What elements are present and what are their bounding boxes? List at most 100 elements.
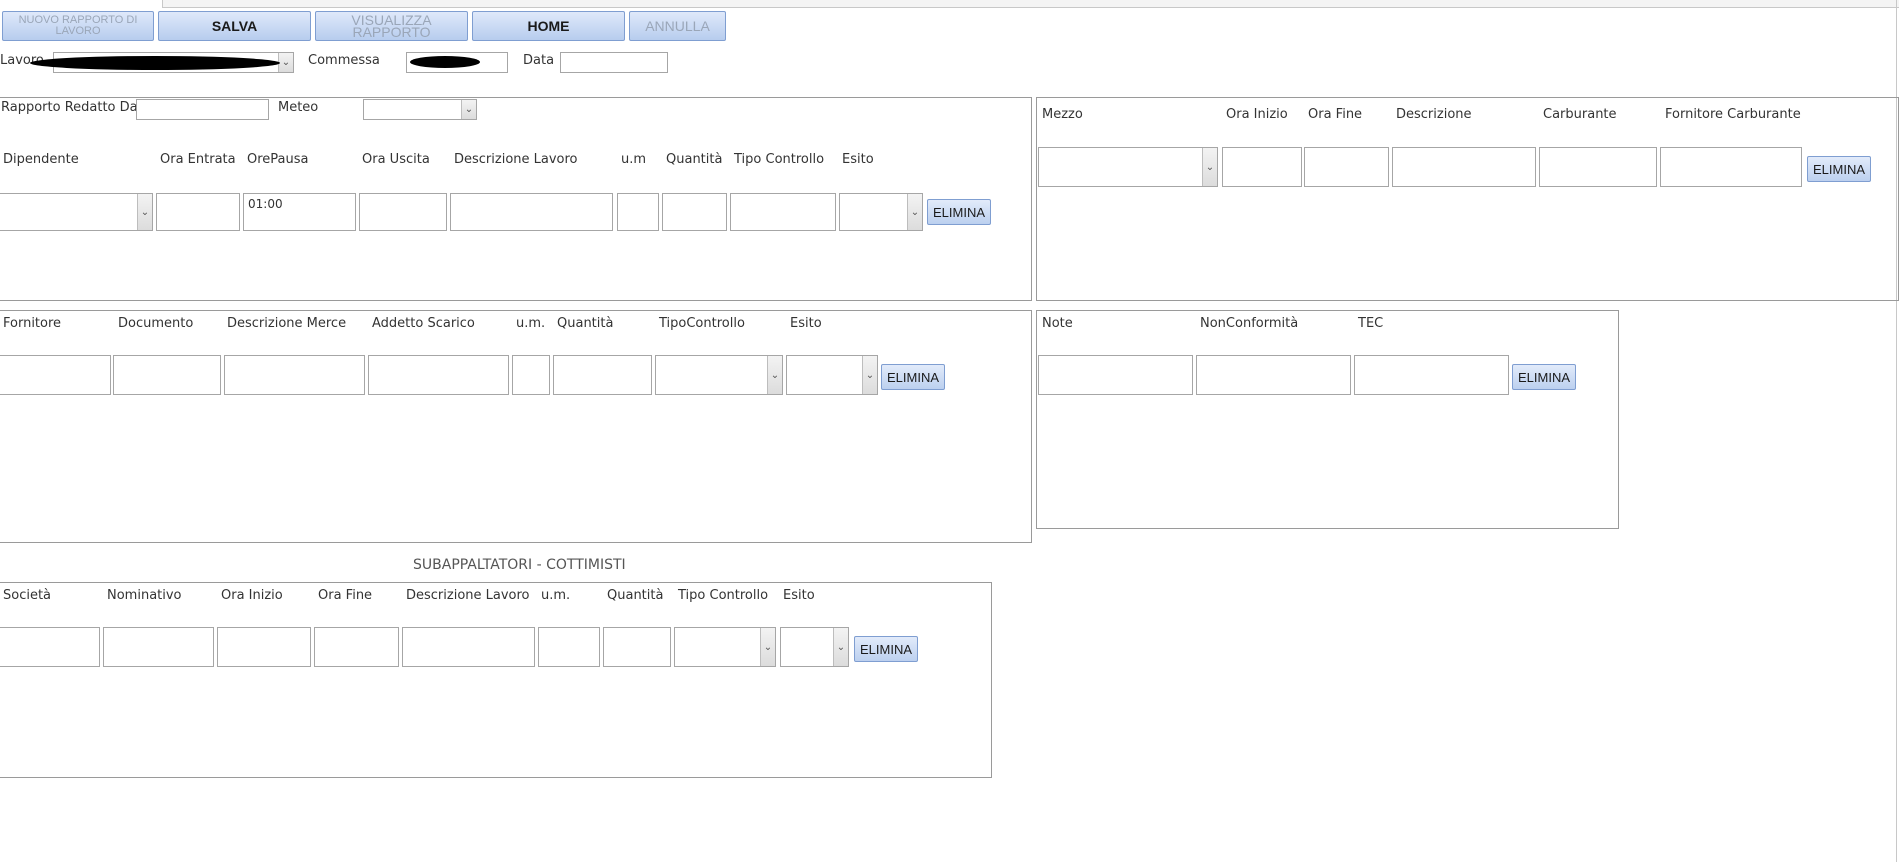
- mezzo-combo[interactable]: ⌄: [1038, 147, 1218, 187]
- col-ora-inizio: Ora Inizio: [1226, 107, 1288, 122]
- home-button[interactable]: HOME: [472, 11, 625, 41]
- salva-button[interactable]: SALVA: [158, 11, 311, 41]
- fornitore-field[interactable]: [0, 355, 111, 395]
- col-fornitore: Fornitore: [3, 316, 62, 331]
- col-esito: Esito: [790, 316, 822, 331]
- elimina-subappaltatori-button[interactable]: ELIMINA: [854, 636, 918, 662]
- tipo-controllo-combo[interactable]: ⌄: [674, 627, 776, 667]
- annulla-button[interactable]: ANNULLA: [629, 11, 726, 41]
- col-note: Note: [1042, 316, 1073, 331]
- tec-field[interactable]: [1354, 355, 1509, 395]
- nuovo-rapporto-button[interactable]: NUOVO RAPPORTO DI LAVORO: [2, 11, 154, 41]
- col-um: u.m.: [541, 588, 571, 603]
- col-ora-fine: Ora Fine: [1308, 107, 1363, 122]
- fornitore-carburante-field[interactable]: [1660, 147, 1802, 187]
- col-quantita: Quantità: [557, 316, 614, 331]
- col-descrizione-lavoro: Descrizione Lavoro: [454, 152, 578, 167]
- col-quantita: Quantità: [666, 152, 723, 167]
- um-field[interactable]: [538, 627, 600, 667]
- ora-inizio-field[interactable]: [1222, 147, 1302, 187]
- subappaltatori-panel: [0, 582, 992, 778]
- esito-combo[interactable]: ⌄: [786, 355, 878, 395]
- note-panel: [1036, 310, 1619, 529]
- redatto-field[interactable]: [136, 99, 269, 120]
- col-documento: Documento: [118, 316, 194, 331]
- note-field[interactable]: [1038, 355, 1193, 395]
- meteo-combo[interactable]: ⌄: [363, 99, 477, 120]
- elimina-mezzi-button[interactable]: ELIMINA: [1807, 156, 1871, 182]
- addetto-scarico-field[interactable]: [368, 355, 509, 395]
- ora-inizio-field[interactable]: [217, 627, 311, 667]
- tab-strip: [162, 0, 1899, 8]
- col-esito: Esito: [783, 588, 815, 603]
- societa-field[interactable]: [0, 627, 100, 667]
- chevron-down-icon[interactable]: ⌄: [833, 628, 848, 666]
- chevron-down-icon[interactable]: ⌄: [137, 194, 152, 230]
- mezzi-panel: [1036, 97, 1899, 301]
- ora-uscita-field[interactable]: [359, 193, 447, 231]
- col-ora-fine: Ora Fine: [318, 588, 373, 603]
- ora-fine-field[interactable]: [1304, 147, 1389, 187]
- ora-entrata-field[interactable]: [156, 193, 240, 231]
- col-tipo-controllo: Tipo Controllo: [678, 588, 769, 603]
- col-mezzo: Mezzo: [1042, 107, 1083, 122]
- chevron-down-icon[interactable]: ⌄: [1202, 148, 1217, 186]
- col-fornitore-carburante: Fornitore Carburante: [1665, 107, 1801, 122]
- col-dipendente: Dipendente: [3, 152, 79, 167]
- elimina-note-button[interactable]: ELIMINA: [1512, 364, 1576, 390]
- col-tipo-controllo: Tipo Controllo: [734, 152, 825, 167]
- um-field[interactable]: [617, 193, 659, 231]
- quantita-field[interactable]: [662, 193, 727, 231]
- redaction-mark: [410, 56, 480, 68]
- col-tec: TEC: [1358, 316, 1384, 331]
- redaction-mark: [30, 56, 280, 70]
- quantita-field[interactable]: [603, 627, 671, 667]
- chevron-down-icon[interactable]: ⌄: [862, 356, 877, 394]
- ora-fine-field[interactable]: [314, 627, 399, 667]
- col-quantita: Quantità: [607, 588, 664, 603]
- um-field[interactable]: [512, 355, 550, 395]
- col-um: u.m: [621, 152, 647, 167]
- col-ora-entrata: Ora Entrata: [160, 152, 236, 167]
- descrizione-lavoro-field[interactable]: [450, 193, 613, 231]
- dipendente-combo[interactable]: ⌄: [0, 193, 153, 231]
- col-addetto-scarico: Addetto Scarico: [372, 316, 475, 331]
- col-non-conformita: NonConformità: [1200, 316, 1299, 331]
- subappaltatori-title: SUBAPPALTATORI - COTTIMISTI: [413, 557, 626, 573]
- visualizza-rapporto-button[interactable]: VISUALIZZA RAPPORTO: [315, 11, 468, 41]
- chevron-down-icon[interactable]: ⌄: [278, 53, 293, 72]
- descrizione-field[interactable]: [1392, 147, 1536, 187]
- esito-combo[interactable]: ⌄: [780, 627, 849, 667]
- col-societa: Società: [3, 588, 52, 603]
- chevron-down-icon[interactable]: ⌄: [907, 194, 922, 230]
- elimina-personale-button[interactable]: ELIMINA: [927, 199, 991, 225]
- forniture-panel: [0, 310, 1032, 543]
- col-ora-uscita: Ora Uscita: [362, 152, 430, 167]
- nominativo-field[interactable]: [103, 627, 214, 667]
- col-descrizione-merce: Descrizione Merce: [227, 316, 347, 331]
- data-field[interactable]: [560, 52, 668, 73]
- commessa-label: Commessa: [308, 53, 380, 68]
- col-esito: Esito: [842, 152, 874, 167]
- tipo-controllo-combo[interactable]: ⌄: [655, 355, 783, 395]
- col-ore-pausa: OrePausa: [247, 152, 309, 167]
- chevron-down-icon[interactable]: ⌄: [461, 100, 476, 119]
- tipo-controllo-field[interactable]: [730, 193, 836, 231]
- col-descrizione-lavoro: Descrizione Lavoro: [406, 588, 530, 603]
- data-label: Data: [523, 53, 555, 68]
- descrizione-lavoro-field[interactable]: [402, 627, 535, 667]
- chevron-down-icon[interactable]: ⌄: [760, 628, 775, 666]
- ore-pausa-field[interactable]: 01:00: [243, 193, 356, 231]
- col-carburante: Carburante: [1543, 107, 1617, 122]
- col-nominativo: Nominativo: [107, 588, 182, 603]
- redatto-label: Rapporto Redatto Da: [1, 100, 138, 115]
- documento-field[interactable]: [113, 355, 221, 395]
- quantita-field[interactable]: [553, 355, 652, 395]
- meteo-label: Meteo: [278, 100, 319, 115]
- non-conformita-field[interactable]: [1196, 355, 1351, 395]
- esito-combo[interactable]: ⌄: [839, 193, 923, 231]
- descrizione-merce-field[interactable]: [224, 355, 365, 395]
- elimina-forniture-button[interactable]: ELIMINA: [881, 364, 945, 390]
- chevron-down-icon[interactable]: ⌄: [767, 356, 782, 394]
- carburante-field[interactable]: [1539, 147, 1657, 187]
